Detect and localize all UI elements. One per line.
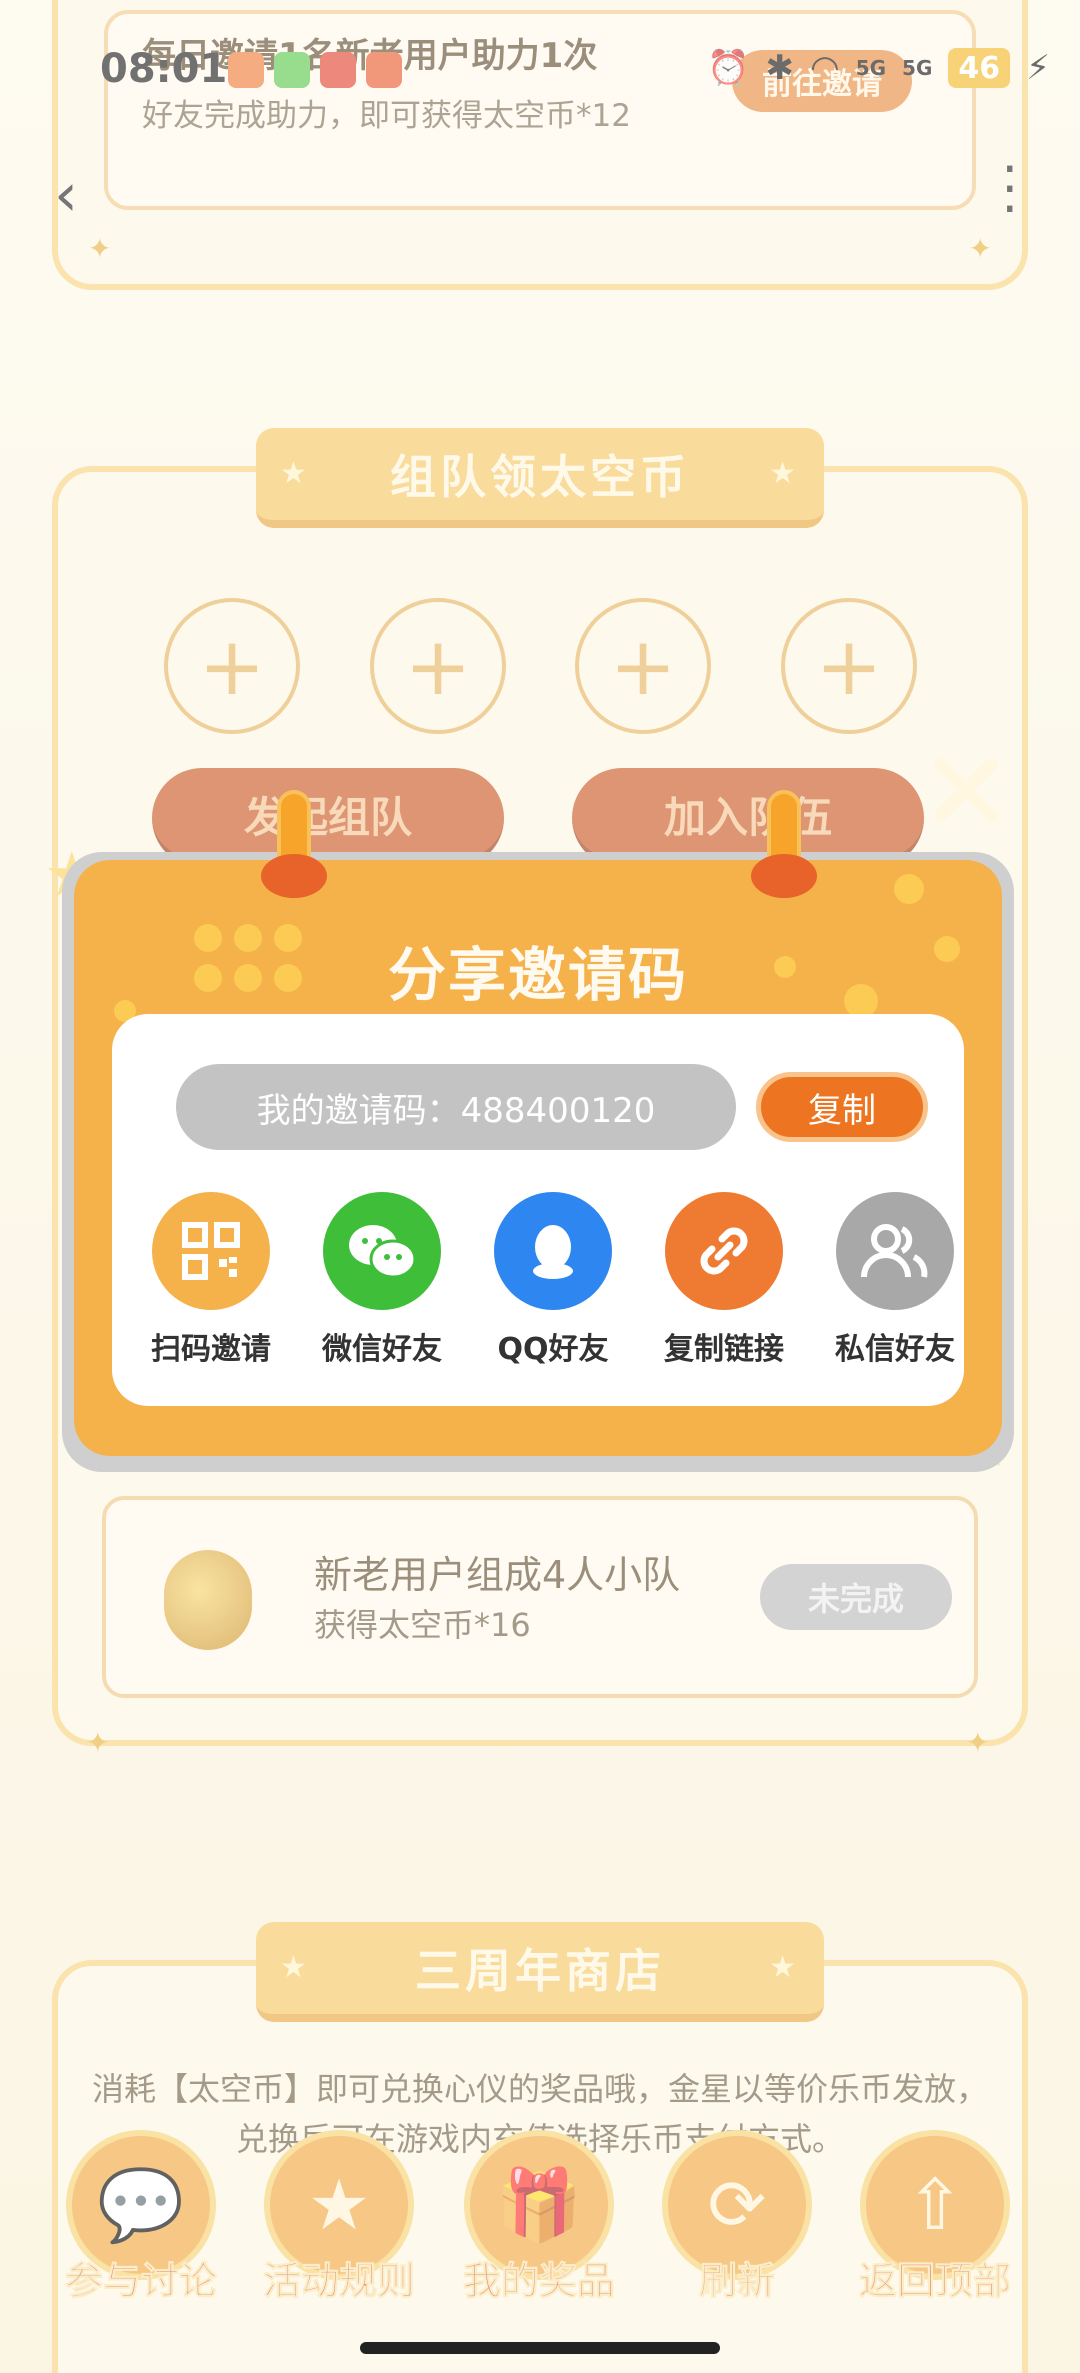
share-wechat[interactable]: 微信好友 xyxy=(307,1192,457,1368)
share-modal: ★ ★ 分享邀请码 我的邀请码：488400120 复制 xyxy=(0,0,1080,2373)
share-option-label: 微信好友 xyxy=(322,1332,442,1367)
share-option-label: QQ好友 xyxy=(497,1332,609,1367)
share-private-message[interactable]: 私信好友 xyxy=(820,1192,970,1368)
share-modal-face: 分享邀请码 我的邀请码：488400120 复制 扫码邀请 微信好友 QQ好友 … xyxy=(74,860,1002,1456)
share-option-label: 扫码邀请 xyxy=(151,1332,271,1367)
share-copy-link[interactable]: 复制链接 xyxy=(649,1192,799,1368)
copy-code-button[interactable]: 复制 xyxy=(756,1072,928,1142)
home-indicator[interactable] xyxy=(360,2342,720,2354)
pin-decoration xyxy=(258,790,330,898)
qq-icon xyxy=(494,1192,612,1310)
decor-dot xyxy=(894,874,924,904)
share-modal-title: 分享邀请码 xyxy=(387,941,688,1009)
share-scan-invite[interactable]: 扫码邀请 xyxy=(136,1192,286,1368)
link-icon xyxy=(665,1192,783,1310)
share-card: 我的邀请码：488400120 复制 扫码邀请 微信好友 QQ好友 复制链接 私… xyxy=(112,1014,964,1406)
close-icon[interactable] xyxy=(928,752,1004,828)
pin-decoration xyxy=(748,790,820,898)
share-option-label: 私信好友 xyxy=(835,1332,955,1367)
share-qq[interactable]: QQ好友 xyxy=(478,1192,628,1368)
share-modal-frame: 分享邀请码 我的邀请码：488400120 复制 扫码邀请 微信好友 QQ好友 … xyxy=(62,852,1014,1472)
invite-code-display: 我的邀请码：488400120 xyxy=(176,1064,736,1150)
qr-code-icon xyxy=(152,1192,270,1310)
users-icon xyxy=(836,1192,954,1310)
share-option-label: 复制链接 xyxy=(664,1332,784,1367)
wechat-icon xyxy=(323,1192,441,1310)
